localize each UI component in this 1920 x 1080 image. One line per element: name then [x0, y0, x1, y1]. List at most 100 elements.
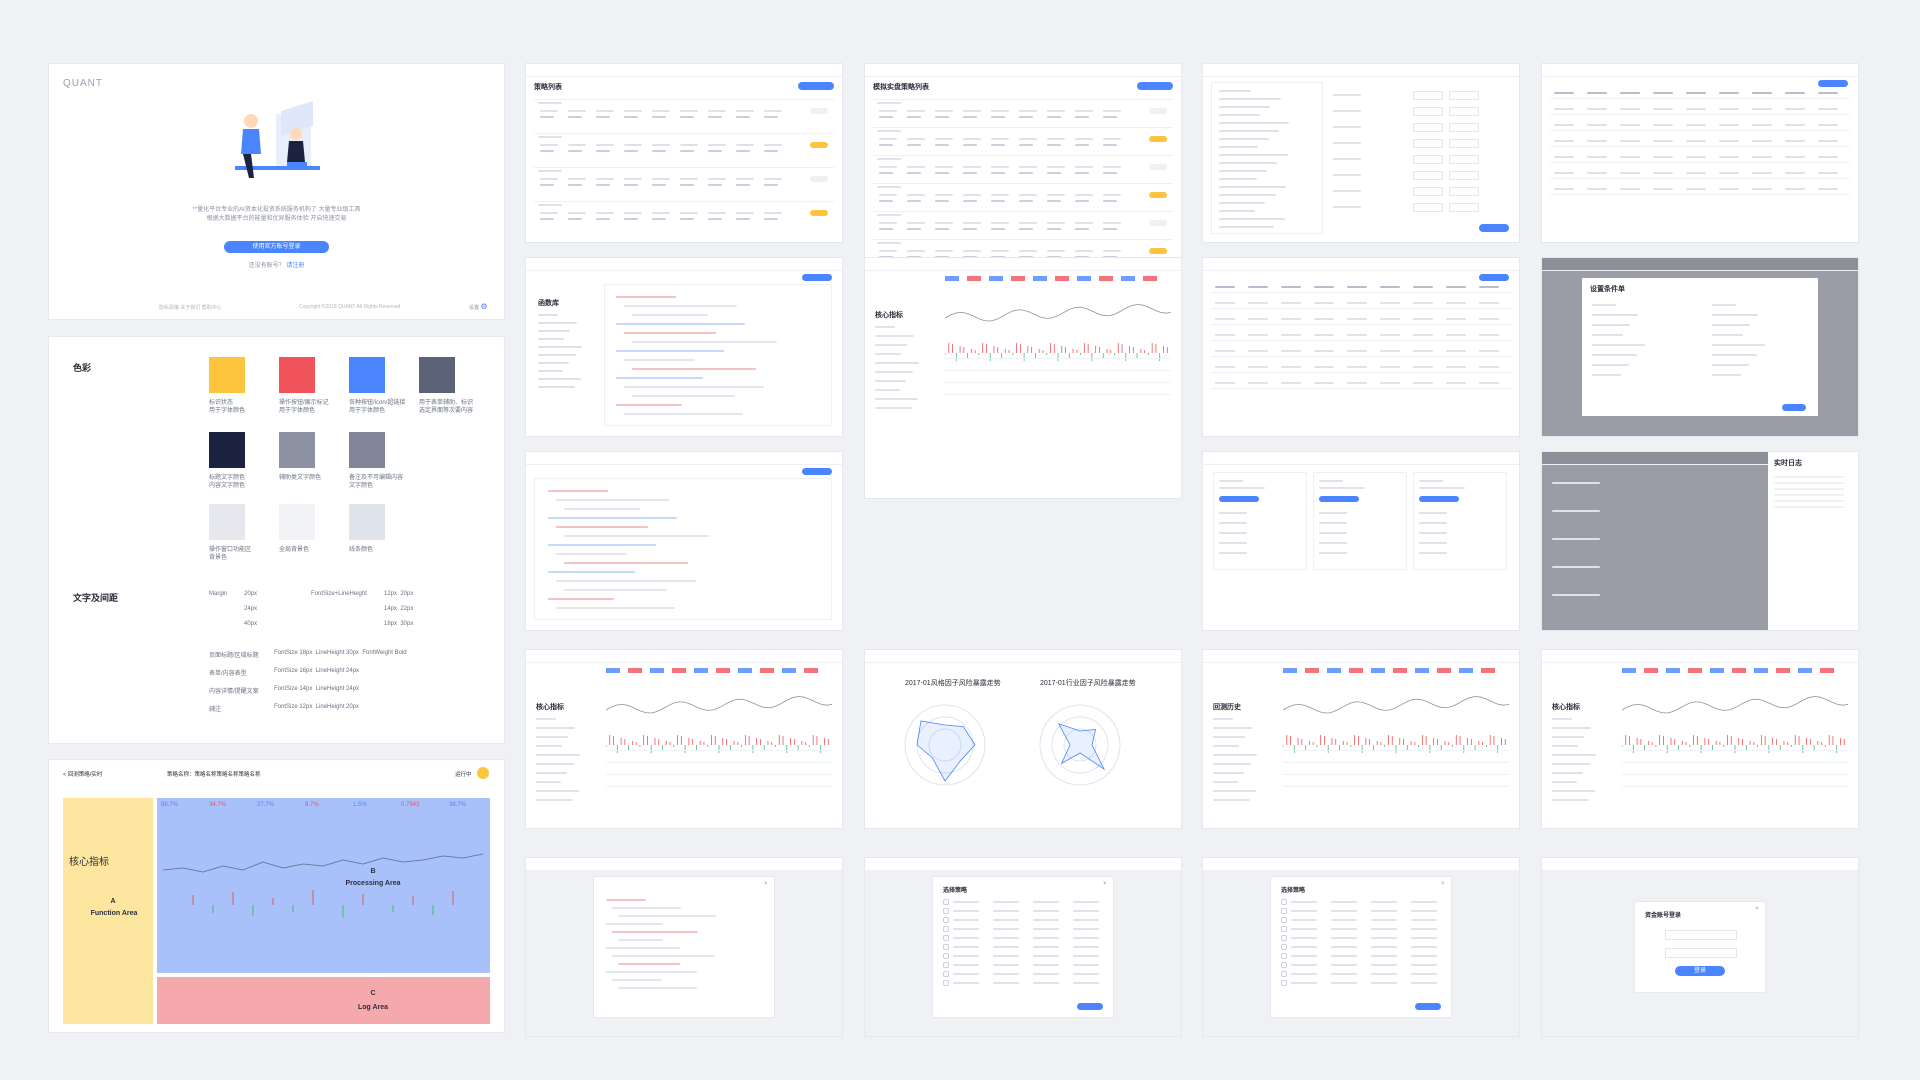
- cell: [652, 144, 670, 146]
- radio[interactable]: [943, 953, 949, 959]
- input-box[interactable]: [1413, 107, 1443, 116]
- cell: [1248, 318, 1268, 320]
- input-box[interactable]: [1413, 91, 1443, 100]
- radio[interactable]: [1281, 926, 1287, 932]
- cell: [907, 144, 921, 146]
- radio[interactable]: [1281, 971, 1287, 977]
- metric-value: [628, 668, 642, 673]
- login-footer-right[interactable]: 设置 ⚙: [469, 302, 488, 311]
- cell: [1073, 937, 1099, 939]
- input-box[interactable]: [1449, 123, 1479, 132]
- radio[interactable]: [943, 971, 949, 977]
- input-box[interactable]: [1449, 91, 1479, 100]
- placeholder-text: [1219, 154, 1288, 156]
- input-box[interactable]: [1413, 155, 1443, 164]
- radio[interactable]: [1281, 980, 1287, 986]
- cell: [624, 110, 642, 112]
- cell: [953, 937, 979, 939]
- radio[interactable]: [943, 899, 949, 905]
- input-box[interactable]: [1413, 171, 1443, 180]
- cell: [1291, 901, 1317, 903]
- type-row-2-name: 表单/内容表型: [209, 671, 247, 677]
- cell: [1073, 973, 1099, 975]
- save-button[interactable]: [1479, 224, 1509, 232]
- login-button[interactable]: 使用官方账号登录: [224, 241, 329, 253]
- cell: [1291, 955, 1317, 957]
- cell: [963, 222, 981, 224]
- input-box[interactable]: [1665, 948, 1737, 958]
- input-box[interactable]: [1413, 139, 1443, 148]
- stat-value: 34.7%: [209, 802, 227, 808]
- search-button[interactable]: [1818, 80, 1848, 87]
- cell: [1413, 318, 1433, 320]
- radio[interactable]: [943, 917, 949, 923]
- input-box[interactable]: [1413, 203, 1443, 212]
- input-box[interactable]: [1665, 930, 1737, 940]
- radio[interactable]: [1281, 899, 1287, 905]
- cell: [1752, 188, 1772, 190]
- placeholder-text: [538, 354, 576, 356]
- radio[interactable]: [1281, 962, 1287, 968]
- tag-button[interactable]: [1319, 496, 1359, 502]
- radio[interactable]: [1281, 953, 1287, 959]
- input-box[interactable]: [1449, 107, 1479, 116]
- radio[interactable]: [943, 944, 949, 950]
- back-link[interactable]: < 回测策略/实时: [63, 770, 102, 778]
- cell: [1785, 188, 1805, 190]
- code-line: [624, 359, 695, 361]
- tag-button[interactable]: [1419, 496, 1459, 502]
- input-box[interactable]: [1449, 171, 1479, 180]
- code-line: [624, 386, 764, 388]
- create-button[interactable]: [798, 82, 834, 90]
- radio[interactable]: [943, 935, 949, 941]
- confirm-button[interactable]: [1415, 1003, 1441, 1010]
- radio[interactable]: [943, 926, 949, 932]
- radio[interactable]: [943, 962, 949, 968]
- status-tag: [1149, 108, 1167, 114]
- run-button[interactable]: [802, 468, 832, 475]
- close-icon[interactable]: ×: [1103, 881, 1107, 887]
- cell: [953, 982, 979, 984]
- radio[interactable]: [1281, 908, 1287, 914]
- modal-dialog: [1582, 278, 1818, 416]
- input-box[interactable]: [1413, 187, 1443, 196]
- code-line: [548, 571, 635, 573]
- cell: [708, 110, 726, 112]
- input-box[interactable]: [1449, 203, 1479, 212]
- cell: [1686, 92, 1706, 94]
- cell: [1752, 92, 1772, 94]
- radio[interactable]: [1281, 935, 1287, 941]
- cell: [879, 200, 893, 202]
- cell: [1019, 250, 1037, 252]
- input-box[interactable]: [1449, 139, 1479, 148]
- color-swatch-label: 备注及不可编辑内容 文字颜色: [349, 475, 404, 489]
- input-box[interactable]: [1449, 187, 1479, 196]
- cell: [540, 212, 558, 214]
- login-footer-left[interactable]: 隐私政策 关于我们 帮助中心: [159, 304, 222, 311]
- layout-areas-artboard: < 回测策略/实时 策略名称：策略名称策略名称策略名称 运行中 核心指标 A F…: [49, 760, 504, 1032]
- run-button[interactable]: [802, 274, 832, 281]
- placeholder-text: [1213, 781, 1238, 783]
- input-box[interactable]: [1449, 155, 1479, 164]
- tag-button[interactable]: [1219, 496, 1259, 502]
- confirm-button[interactable]: [1077, 1003, 1103, 1010]
- search-button[interactable]: [1479, 274, 1509, 281]
- create-button[interactable]: [1137, 82, 1173, 90]
- screen-thumbnail: 策略列表: [526, 64, 842, 242]
- radio[interactable]: [1281, 917, 1287, 923]
- close-icon[interactable]: ×: [764, 881, 768, 887]
- confirm-button[interactable]: [1782, 404, 1806, 411]
- login-button[interactable]: 登录: [1675, 966, 1725, 976]
- placeholder-text: [1219, 130, 1279, 132]
- register-link[interactable]: 请注册: [286, 263, 304, 269]
- metric-value: [804, 668, 818, 673]
- close-icon[interactable]: ×: [1755, 906, 1759, 912]
- cell: [1446, 366, 1466, 368]
- radio[interactable]: [1281, 944, 1287, 950]
- cell: [540, 184, 554, 186]
- input-box[interactable]: [1413, 123, 1443, 132]
- radio[interactable]: [943, 980, 949, 986]
- close-icon[interactable]: ×: [1441, 881, 1445, 887]
- radio[interactable]: [943, 908, 949, 914]
- cell: [1075, 194, 1093, 196]
